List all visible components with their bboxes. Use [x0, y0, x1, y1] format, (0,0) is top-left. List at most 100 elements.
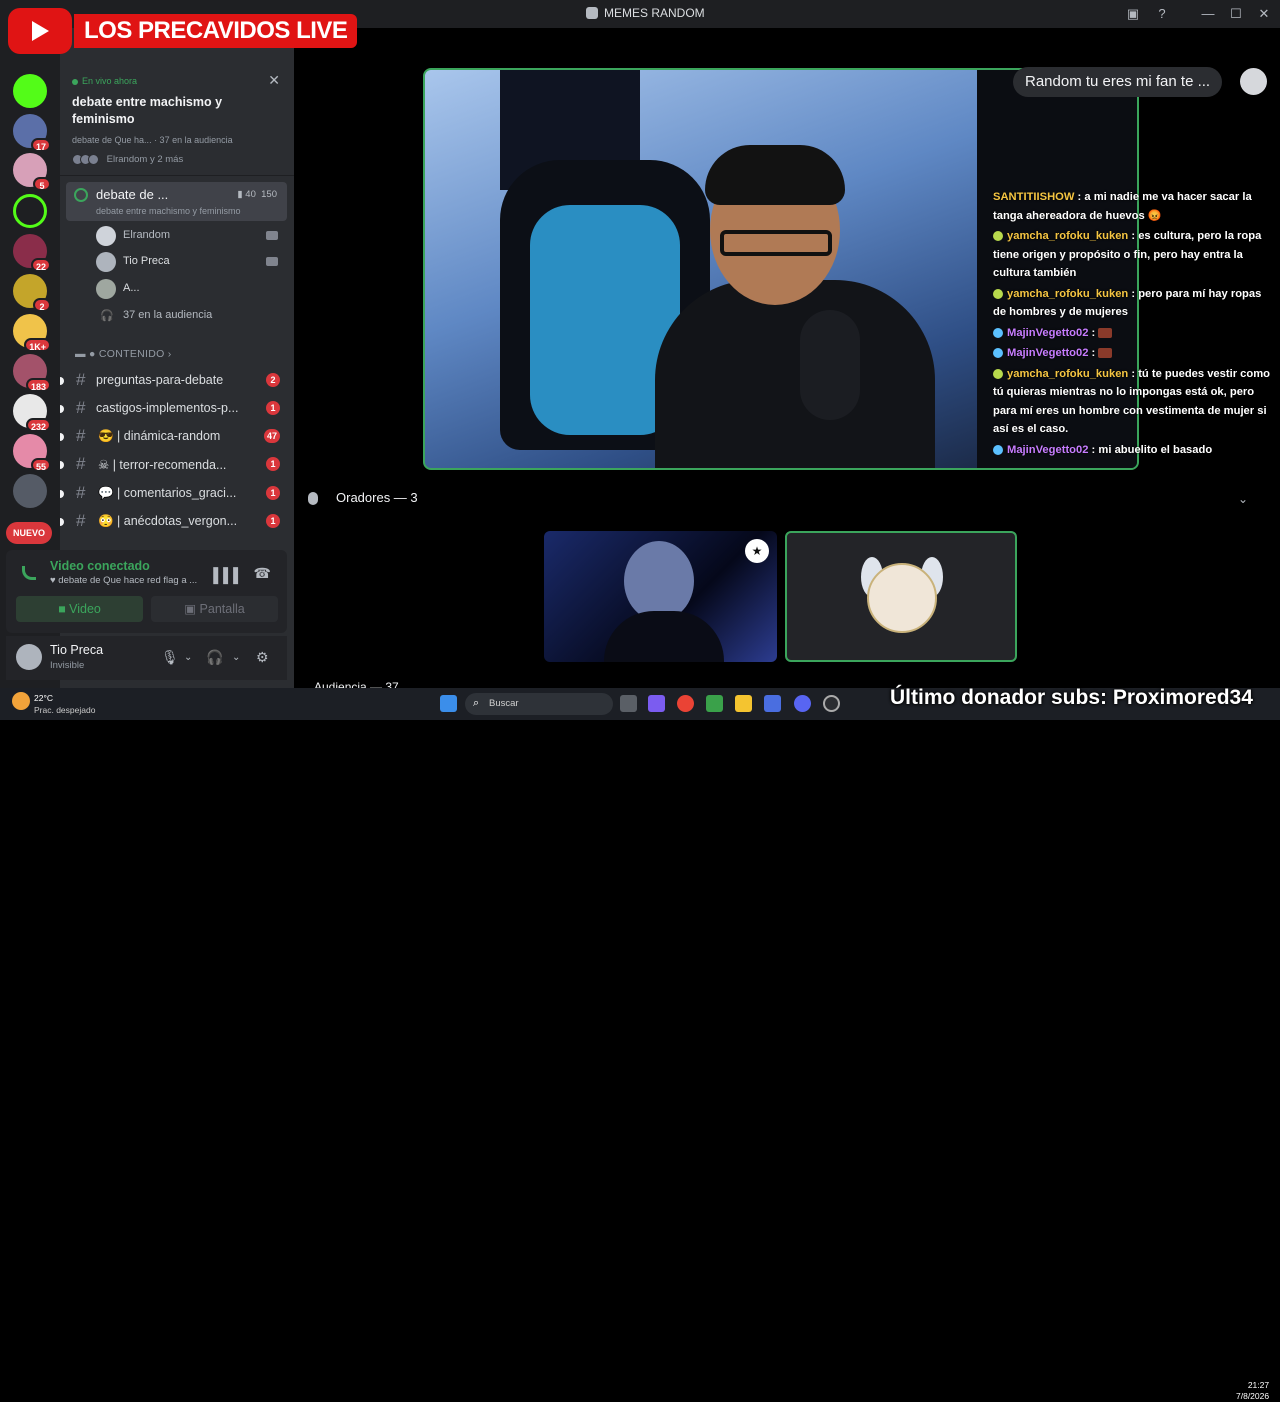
minecraft-icon[interactable] — [706, 695, 723, 712]
speakers-header[interactable]: Oradores — 3 — [308, 490, 418, 506]
channel-item[interactable]: # castigos-implementos-p... 1 — [60, 397, 294, 421]
channel-item[interactable]: # preguntas-para-debate 2 — [60, 369, 294, 393]
avatar[interactable] — [16, 644, 42, 670]
task-view-icon[interactable] — [620, 695, 637, 712]
mention-badge: 1 — [266, 457, 280, 471]
avatar — [867, 563, 937, 633]
chat-message: MajinVegetto02 : — [993, 344, 1273, 363]
audience-row[interactable]: 🎧 37 en la audiencia — [96, 306, 286, 326]
stage-channel[interactable]: debate de ... ▮ 40 150 debate entre mach… — [66, 182, 287, 221]
folder-icon[interactable] — [735, 695, 752, 712]
chat-user: MajinVegetto02 — [1007, 443, 1089, 456]
server-5[interactable]: 22 — [13, 234, 51, 272]
store-icon[interactable] — [764, 695, 781, 712]
chrome-icon[interactable] — [677, 695, 694, 712]
channel-item[interactable]: # ☠ | terror-recomenda... 1 — [60, 453, 294, 477]
server-3[interactable]: 5 — [13, 153, 51, 191]
temperature: 22°C — [34, 693, 53, 703]
server-7[interactable]: 1K+ — [13, 314, 51, 352]
speaker-tile[interactable]: ★ — [544, 531, 777, 662]
mention-badge: 55 — [30, 458, 51, 472]
stage-count: ▮ 40 150 — [237, 189, 277, 200]
emote-icon — [1098, 348, 1113, 359]
avatar — [96, 252, 116, 272]
clock[interactable]: 21:27 7/8/2026 — [1236, 1380, 1269, 1402]
new-badge[interactable]: NUEVO — [6, 522, 52, 544]
chat-user: SANTITIISHOW — [993, 191, 1075, 203]
speaker-tile[interactable] — [785, 531, 1017, 662]
unread-indicator — [60, 433, 64, 441]
user-name: Tio Preca — [50, 643, 104, 657]
mention-badge: 47 — [263, 429, 280, 443]
disconnect-icon[interactable]: ☎ — [254, 565, 271, 582]
chat-user: MajinVegetto02 — [1007, 326, 1089, 339]
video-content — [800, 310, 860, 420]
channel-item[interactable]: # 😳 | anécdotas_vergon... 1 — [60, 510, 294, 534]
mention-badge: 2 — [266, 373, 280, 387]
server-6[interactable]: 2 — [13, 274, 51, 312]
stage-member[interactable]: Tio Preca — [96, 252, 286, 272]
server-11[interactable] — [13, 474, 47, 508]
inbox-icon[interactable]: ▣ — [1123, 4, 1143, 24]
live-title: debate entre machismo y feminismo — [72, 95, 223, 126]
server-2[interactable]: 17 — [13, 114, 51, 152]
server-9[interactable]: 232 — [13, 394, 51, 432]
avatar[interactable] — [1240, 68, 1267, 95]
voice-status[interactable]: Video conectado — [50, 559, 150, 573]
copilot-icon[interactable] — [648, 695, 665, 712]
unread-indicator — [60, 490, 64, 498]
user-panel: Tio Preca Invisible 🎙 ⌄ 🎧 ⌄ ⚙ — [6, 636, 287, 680]
user-status: Invisible — [50, 660, 85, 671]
mention-badge: 232 — [25, 418, 51, 432]
channel-item[interactable]: # 💬 | comentarios_graci... 1 — [60, 482, 294, 506]
stage-member[interactable]: A... — [96, 279, 286, 299]
server-kick[interactable] — [13, 74, 47, 108]
mention-badge: 1 — [266, 514, 280, 528]
chevron-down-icon[interactable]: ⌄ — [184, 652, 192, 663]
screen-share-button[interactable]: ▣ Pantalla — [151, 596, 278, 622]
weather-condition: Prac. despejado — [34, 705, 96, 715]
mention-badge: 17 — [30, 138, 51, 152]
help-icon[interactable]: ? — [1152, 4, 1172, 24]
emote-icon — [993, 368, 1003, 379]
obs-icon[interactable] — [823, 695, 840, 712]
chevron-down-icon[interactable]: ⌄ — [232, 652, 240, 663]
server-10[interactable]: 55 — [13, 434, 51, 472]
hash-icon: # — [76, 511, 86, 530]
voice-connection-panel: Video conectado ♥ debate de Que hace red… — [6, 550, 287, 633]
live-now-card[interactable]: En vivo ahora ✕ debate entre machismo y … — [60, 68, 294, 176]
category-header[interactable]: ▬ ● CONTENIDO › — [75, 348, 172, 360]
video-button[interactable]: ■ Video — [16, 596, 143, 622]
hash-icon: # — [76, 454, 86, 473]
discord-icon[interactable] — [794, 695, 811, 712]
noise-suppression-icon[interactable]: ▌▌▌ — [213, 567, 243, 583]
video-content — [624, 541, 694, 621]
chat-message: yamcha_rofoku_kuken : pero para mí hay r… — [993, 287, 1262, 318]
stage-member[interactable]: Elrandom — [96, 226, 286, 246]
speakers-label: Oradores — 3 — [336, 490, 418, 505]
moderator-icon: ★ — [745, 539, 769, 563]
server-8[interactable]: 183 — [13, 354, 51, 392]
windows-start-icon[interactable] — [440, 695, 457, 712]
unread-indicator — [60, 461, 64, 469]
chevron-down-icon[interactable]: ⌄ — [1238, 492, 1248, 506]
close-icon[interactable]: ✕ — [268, 72, 280, 89]
badge-icon — [993, 348, 1003, 359]
close-window-button[interactable]: ✕ — [1254, 4, 1274, 24]
server-kick-voice[interactable] — [13, 194, 47, 228]
channel-item[interactable]: # 😎 | dinámica-random 47 — [60, 425, 294, 449]
message-preview-pill[interactable]: Random tu eres mi fan te ... — [1013, 67, 1223, 97]
search-box[interactable]: ⌕ Buscar — [465, 693, 613, 715]
chat-message: yamcha_rofoku_kuken : es cultura, pero l… — [993, 230, 1262, 279]
minimize-button[interactable]: — — [1198, 4, 1218, 24]
hash-icon: # — [76, 370, 86, 389]
gear-icon[interactable]: ⚙ — [256, 649, 269, 666]
mention-badge: 1 — [266, 401, 280, 415]
headphones-icon[interactable]: 🎧 — [206, 649, 223, 666]
weather-icon[interactable] — [12, 692, 30, 710]
chat-user: yamcha_rofoku_kuken — [1007, 230, 1129, 242]
channel-name: castigos-implementos-p... — [96, 401, 239, 415]
maximize-button[interactable]: ☐ — [1226, 4, 1246, 24]
window-title: MEMES RANDOM — [604, 6, 705, 20]
microphone-icon[interactable]: 🎙 — [161, 649, 179, 666]
